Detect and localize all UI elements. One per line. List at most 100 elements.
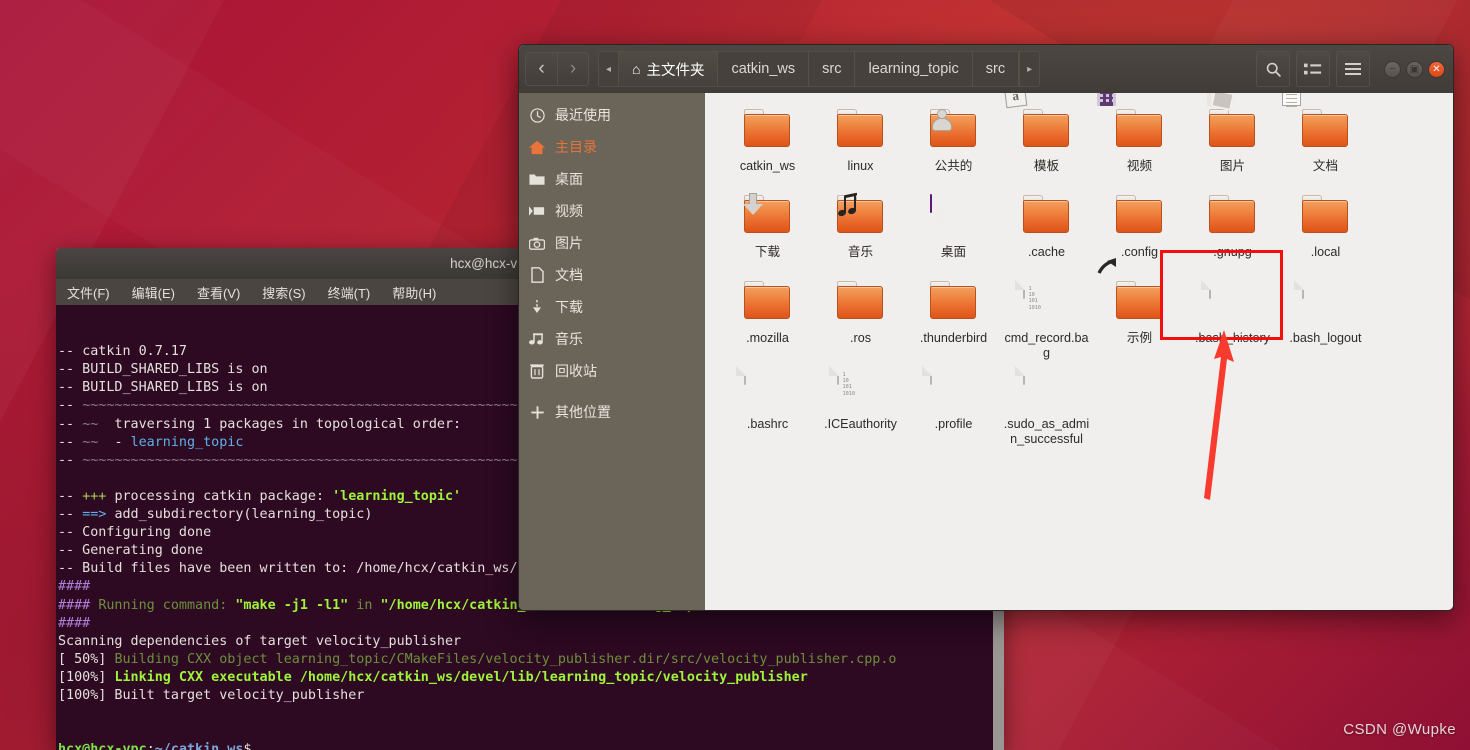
file-item[interactable]: .bash_history xyxy=(1186,275,1279,361)
sidebar-item-7[interactable]: 下载 xyxy=(519,291,705,323)
back-button[interactable]: ‹ xyxy=(525,52,557,86)
file-name-label: .sudo_as_admin_successful xyxy=(1003,417,1090,446)
file-name-label: catkin_ws xyxy=(739,159,796,173)
sidebar-item-3[interactable]: 桌面 xyxy=(519,163,705,195)
close-button[interactable]: ✕ xyxy=(1428,60,1445,78)
prompt-separator: : xyxy=(146,742,155,750)
file-name-label: 文档 xyxy=(1312,159,1339,173)
file-item[interactable]: catkin_ws xyxy=(721,103,814,189)
sidebar-item-label: 文档 xyxy=(555,267,583,283)
terminal-text: add_subdirectory(learning_topic) xyxy=(114,507,373,523)
terminal-text: 'learning_topic' xyxy=(332,488,462,504)
binary-file-icon: 1 10 101 1010 xyxy=(836,366,885,413)
file-item[interactable]: 图片 xyxy=(1186,93,1279,189)
text-file-icon xyxy=(1208,280,1257,327)
file-item[interactable]: 下载 xyxy=(721,189,814,275)
folder-icon xyxy=(836,109,885,155)
terminal-text: Linking CXX executable /home/hcx/catkin_… xyxy=(114,669,808,685)
terminal-menu-item[interactable]: 查看(V) xyxy=(194,282,243,303)
breadcrumb-label: 主文件夹 xyxy=(646,62,705,79)
file-item[interactable]: 文档 xyxy=(1279,93,1372,189)
file-item[interactable]: 公共的 xyxy=(907,103,1000,189)
breadcrumb[interactable]: ◂ ⌂ 主文件夹 catkin_ws src learning_topic src ▸ xyxy=(598,51,1041,87)
folder-icon xyxy=(1208,195,1257,241)
maximize-icon: ▣ xyxy=(1409,63,1420,75)
folder-icon xyxy=(743,109,792,155)
terminal-text: #### xyxy=(58,615,91,631)
file-item[interactable]: .bashrc xyxy=(721,361,814,447)
forward-button[interactable]: › xyxy=(557,52,589,86)
places-sidebar[interactable]: 最近使用主目录桌面 视频 图片文档下载 音乐回收站其他位置 xyxy=(519,93,705,610)
music-icon xyxy=(519,332,555,346)
breadcrumb-item-2[interactable]: catkin_ws xyxy=(718,52,810,86)
breadcrumb-item-1[interactable]: ⌂ 主文件夹 xyxy=(619,52,719,86)
terminal-menu-item[interactable]: 编辑(E) xyxy=(129,282,178,303)
terminal-text: -- xyxy=(58,507,83,523)
icon-grid: catkin_ws linux 公共的 a 模板 视频 图片 文档 下载 音乐 桌面 .cache .c… xyxy=(721,93,1453,447)
sidebar-item-10[interactable]: 其他位置 xyxy=(519,396,705,428)
file-item[interactable]: .gnupg xyxy=(1186,189,1279,275)
folder-icon xyxy=(1206,93,1257,155)
breadcrumb-item-3[interactable]: src xyxy=(809,52,856,86)
photo-overlay-icon xyxy=(1206,93,1211,106)
file-item[interactable]: 1 10 101 1010 .ICEauthority xyxy=(814,361,907,447)
file-item[interactable]: .ros xyxy=(814,275,907,361)
file-name-label: .gnupg xyxy=(1213,245,1252,259)
file-item[interactable]: 1 10 101 1010 cmd_record.bag xyxy=(1000,275,1093,361)
file-item[interactable]: .profile xyxy=(907,361,1000,447)
file-item[interactable]: 音乐 xyxy=(814,189,907,275)
file-item[interactable]: 桌面 xyxy=(907,189,1000,275)
sidebar-item-6[interactable]: 文档 xyxy=(519,259,705,291)
terminal-menu-item[interactable]: 终端(T) xyxy=(325,282,374,303)
file-item[interactable]: linux xyxy=(814,103,907,189)
sidebar-item-4[interactable]: 视频 xyxy=(519,195,705,227)
maximize-button[interactable]: ▣ xyxy=(1406,60,1423,78)
file-item[interactable]: .local xyxy=(1279,189,1372,275)
sidebar-item-9[interactable]: 回收站 xyxy=(519,355,705,387)
file-item[interactable]: 视频 xyxy=(1093,93,1186,189)
file-item[interactable]: .mozilla xyxy=(721,275,814,361)
breadcrumb-scroll-left[interactable]: ◂ xyxy=(599,52,619,86)
file-item[interactable]: .cache xyxy=(1000,189,1093,275)
folder-icon xyxy=(929,109,978,155)
file-name-label: 音乐 xyxy=(847,245,874,259)
text-file-icon xyxy=(743,366,792,413)
file-item[interactable]: a 模板 xyxy=(1000,93,1093,189)
sidebar-divider xyxy=(519,387,705,396)
folder-icon xyxy=(519,172,555,186)
breadcrumb-scroll-right[interactable]: ▸ xyxy=(1019,52,1040,86)
minimize-button[interactable]: − xyxy=(1384,60,1401,78)
symlink-overlay-icon xyxy=(1096,257,1117,280)
sidebar-item-label: 主目录 xyxy=(555,139,597,155)
breadcrumb-item-4[interactable]: learning_topic xyxy=(855,52,973,86)
search-button[interactable] xyxy=(1256,51,1290,87)
terminal-menu-item[interactable]: 文件(F) xyxy=(64,282,113,303)
sidebar-item-2[interactable]: 主目录 xyxy=(519,131,705,163)
main-menu-button[interactable] xyxy=(1336,51,1370,87)
prompt-sigil: $ xyxy=(243,742,252,750)
terminal-line: #### xyxy=(58,615,1004,633)
view-toggle-button[interactable] xyxy=(1296,51,1330,87)
file-grid-area[interactable]: catkin_ws linux 公共的 a 模板 视频 图片 文档 下载 音乐 桌面 .cache .c… xyxy=(705,93,1453,610)
breadcrumb-item-5[interactable]: src xyxy=(972,52,1020,86)
breadcrumb-label: catkin_ws xyxy=(731,61,796,77)
sidebar-item-8[interactable]: 音乐 xyxy=(519,323,705,355)
sidebar-item-1[interactable]: 最近使用 xyxy=(519,99,705,131)
file-item[interactable]: .bash_logout xyxy=(1279,275,1372,361)
home-icon: ⌂ xyxy=(632,61,641,77)
text-file-icon xyxy=(1301,280,1350,327)
terminal-menu-item[interactable]: 帮助(H) xyxy=(389,282,439,303)
terminal-menu-item[interactable]: 搜索(S) xyxy=(259,282,308,303)
sidebar-item-label: 回收站 xyxy=(555,363,597,379)
file-item[interactable]: 示例 xyxy=(1093,258,1186,361)
file-item[interactable]: .sudo_as_admin_successful xyxy=(1000,361,1093,447)
terminal-text: -- xyxy=(58,416,83,432)
terminal-text: processing catkin package: xyxy=(114,488,333,504)
file-name-label: 图片 xyxy=(1219,159,1246,173)
file-manager-window[interactable]: ‹ › ◂ ⌂ 主文件夹 catkin_ws src learning_topic src… xyxy=(518,44,1454,611)
sidebar-item-5[interactable]: 图片 xyxy=(519,227,705,259)
terminal-text: -- Generating done xyxy=(58,543,204,559)
file-item[interactable]: .thunderbird xyxy=(907,275,1000,361)
terminal-text: -- xyxy=(58,452,83,468)
search-icon xyxy=(1266,62,1281,77)
